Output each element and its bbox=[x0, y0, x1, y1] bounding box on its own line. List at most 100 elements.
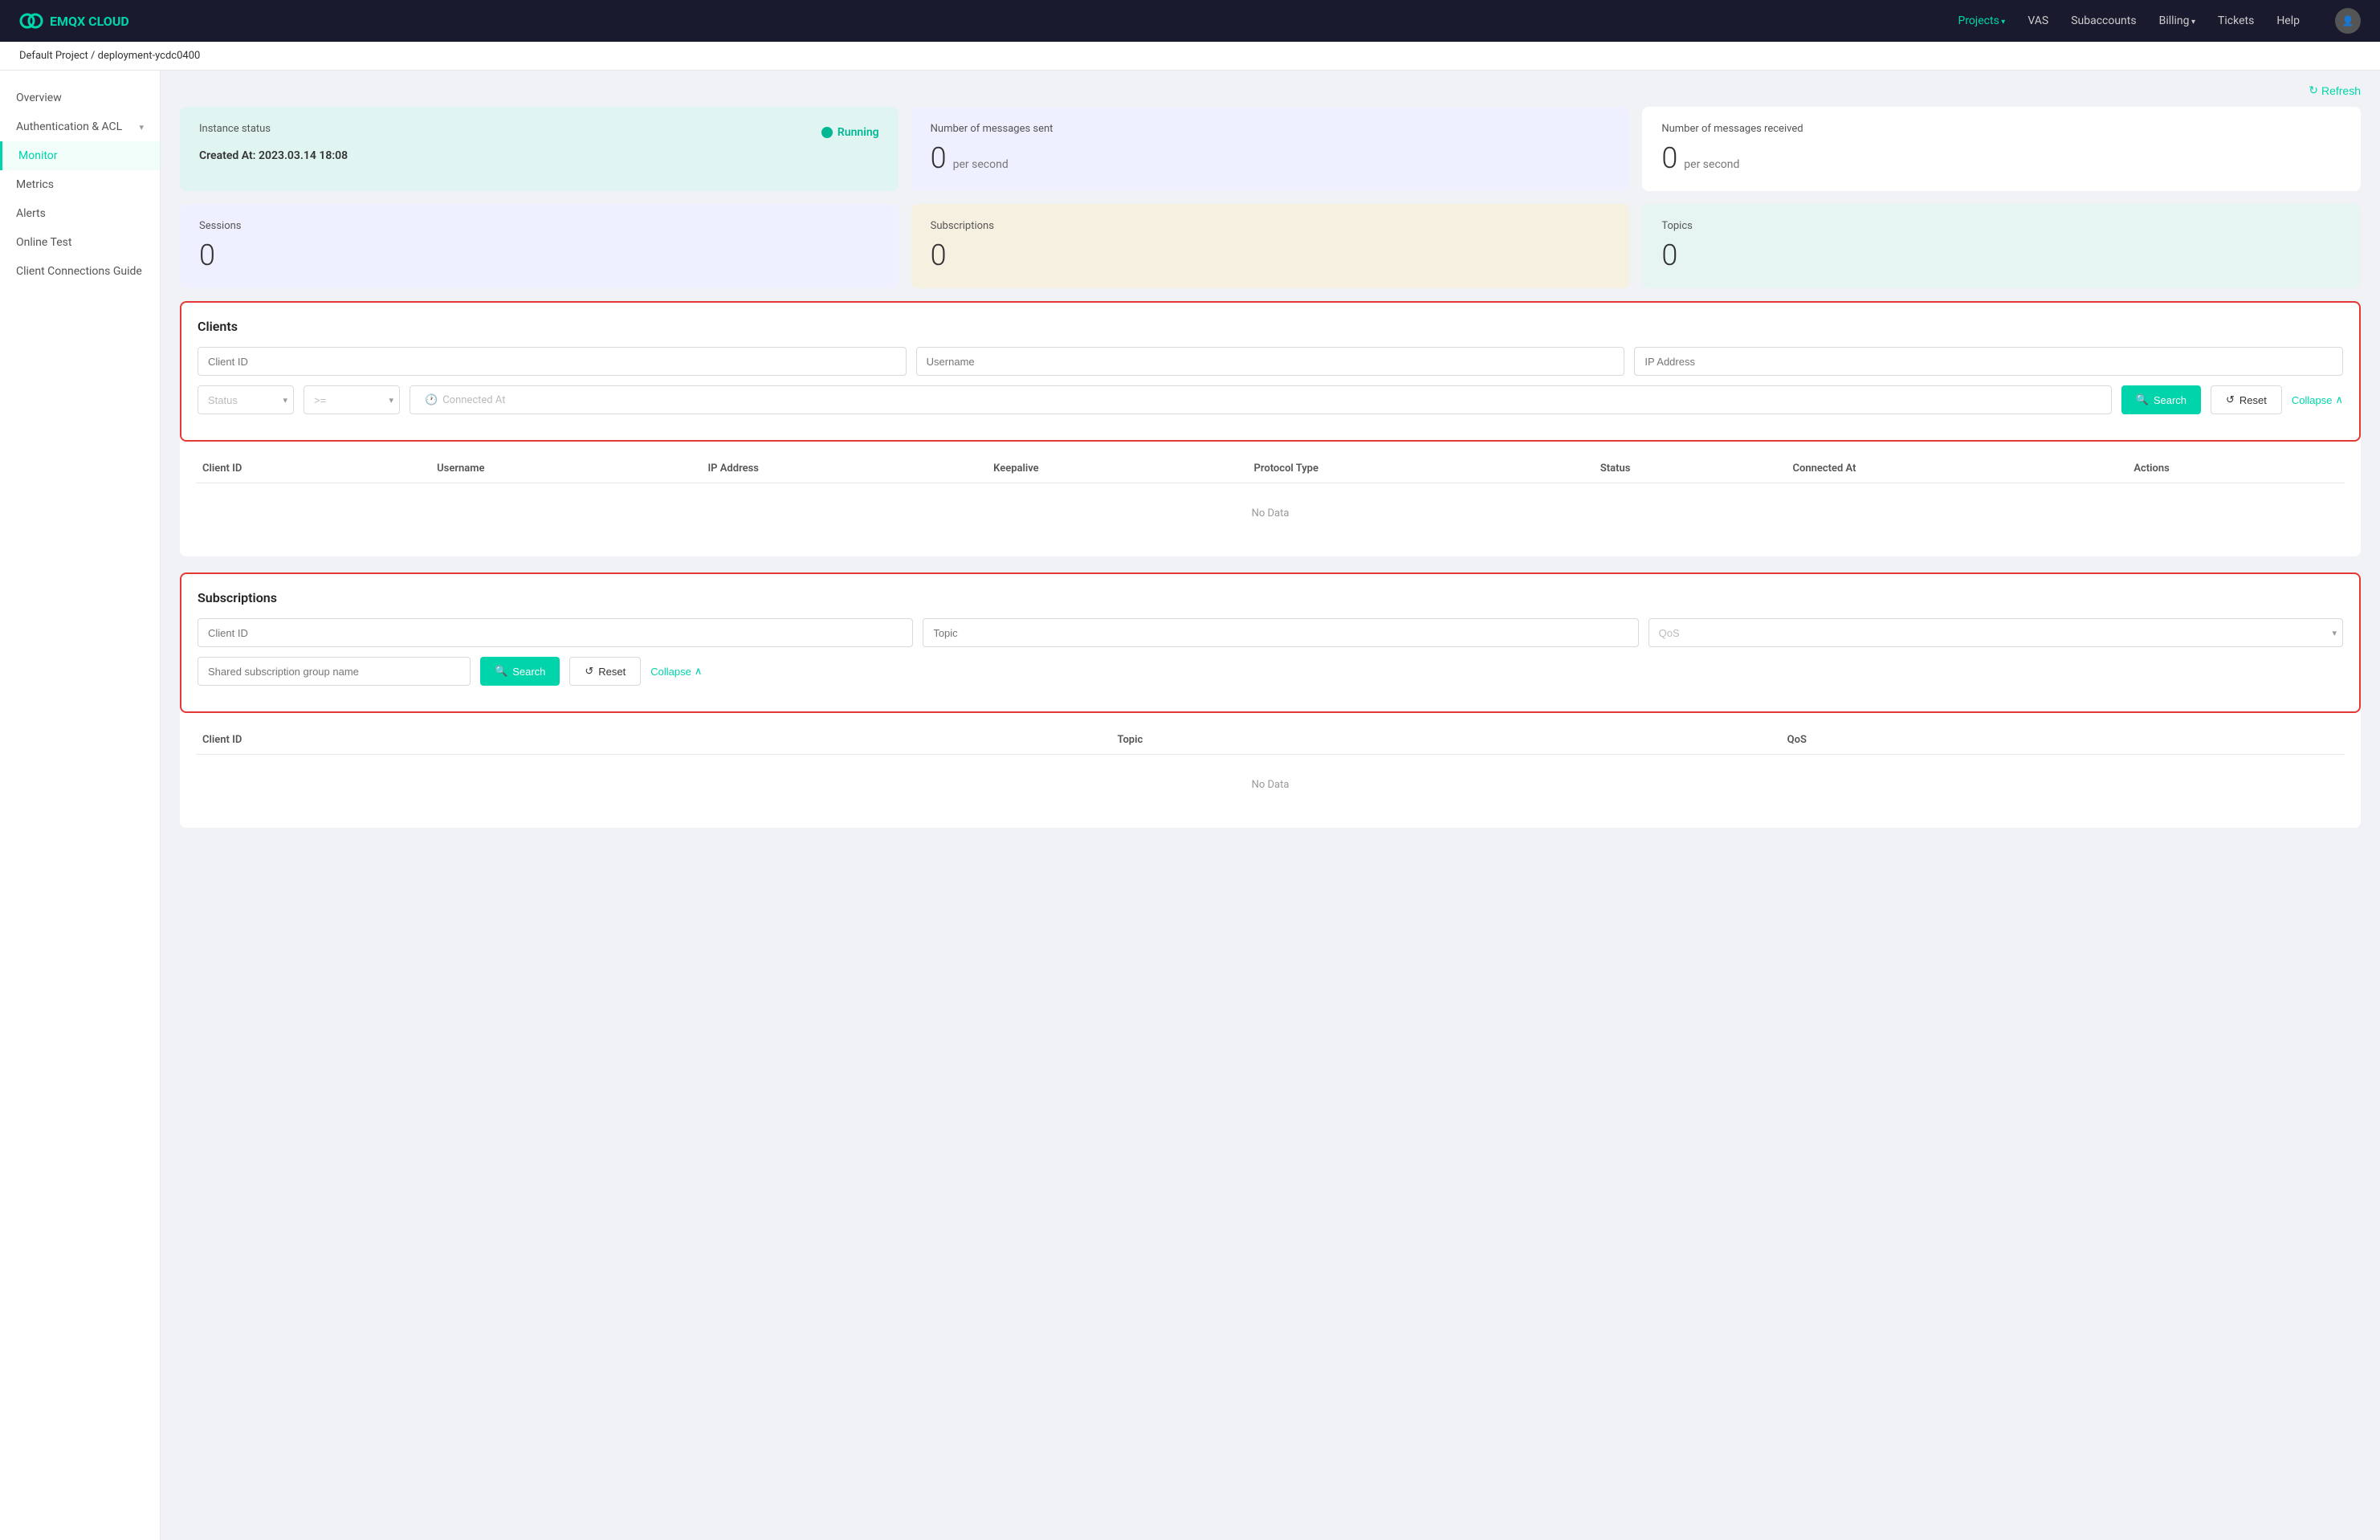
nav-billing[interactable]: Billing bbox=[2159, 14, 2195, 27]
topics-card: Topics 0 bbox=[1642, 204, 2361, 288]
clients-search-button[interactable]: 🔍 Search bbox=[2121, 385, 2201, 414]
clients-th-client-id: Client ID bbox=[196, 454, 430, 483]
subs-client-id-input[interactable] bbox=[198, 618, 913, 647]
sessions-card: Sessions 0 bbox=[180, 204, 899, 288]
ge-operator-select[interactable]: >= bbox=[304, 385, 400, 414]
logo-icon bbox=[19, 9, 43, 33]
clients-reset-label: Reset bbox=[2239, 394, 2267, 406]
clients-filter-row-1 bbox=[198, 347, 2343, 376]
clients-collapse-button[interactable]: Collapse ∧ bbox=[2292, 393, 2343, 406]
sidebar: Overview Authentication & ACL Monitor Me… bbox=[0, 71, 161, 1540]
avatar[interactable]: 👤 bbox=[2335, 8, 2361, 34]
sidebar-item-alerts[interactable]: Alerts bbox=[0, 199, 160, 228]
qos-select[interactable]: QoS bbox=[1648, 618, 2343, 647]
subscriptions-table-area: Client ID Topic QoS No Data bbox=[180, 713, 2361, 828]
sidebar-label-alerts: Alerts bbox=[16, 207, 46, 220]
clock-icon: 🕐 bbox=[425, 394, 438, 406]
subs-th-topic: Topic bbox=[1111, 726, 1780, 755]
clients-search-label: Search bbox=[2154, 394, 2186, 406]
sidebar-item-monitor[interactable]: Monitor bbox=[0, 141, 160, 170]
subs-reset-label: Reset bbox=[598, 666, 626, 678]
nav-help[interactable]: Help bbox=[2276, 14, 2300, 27]
status-select[interactable]: Status bbox=[198, 385, 294, 414]
ip-address-input[interactable] bbox=[1634, 347, 2343, 376]
created-at: Created At: 2023.03.14 18:08 bbox=[199, 149, 879, 162]
status-dot bbox=[821, 127, 833, 138]
sidebar-item-connections-guide[interactable]: Client Connections Guide bbox=[0, 257, 160, 286]
sidebar-item-overview[interactable]: Overview bbox=[0, 84, 160, 112]
clients-reset-button[interactable]: ↺ Reset bbox=[2211, 385, 2282, 414]
topics-value: 0 bbox=[1661, 238, 2341, 272]
clients-th-protocol-type: Protocol Type bbox=[1248, 454, 1594, 483]
shared-group-input[interactable] bbox=[198, 657, 471, 686]
qos-select-wrapper: QoS bbox=[1648, 618, 2343, 647]
sessions-label: Sessions bbox=[199, 220, 879, 232]
clients-th-actions: Actions bbox=[2127, 454, 2345, 483]
clients-no-data: No Data bbox=[196, 483, 2345, 544]
refresh-button[interactable]: ↻ Refresh bbox=[2309, 84, 2361, 97]
collapse-up-icon: ∧ bbox=[2335, 393, 2343, 406]
subscriptions-table: Client ID Topic QoS No Data bbox=[196, 726, 2345, 815]
subs-search-button[interactable]: 🔍 Search bbox=[480, 657, 560, 686]
subs-th-client-id: Client ID bbox=[196, 726, 1111, 755]
subs-reset-button[interactable]: ↺ Reset bbox=[569, 657, 641, 686]
clients-collapse-label: Collapse bbox=[2292, 394, 2333, 406]
breadcrumb: Default Project / deployment-ycdc0400 bbox=[0, 42, 2380, 71]
subscriptions-card: Subscriptions 0 bbox=[911, 204, 1630, 288]
sidebar-item-auth[interactable]: Authentication & ACL bbox=[0, 112, 160, 141]
messages-sent-card: Number of messages sent 0 per second bbox=[911, 107, 1630, 191]
stats-row-2: Sessions 0 Subscriptions 0 Topics 0 bbox=[180, 204, 2361, 288]
subscriptions-section-inner: Subscriptions QoS 🔍 Se bbox=[180, 572, 2361, 713]
clients-table: Client ID Username IP Address Keepalive … bbox=[196, 454, 2345, 544]
status-select-wrapper: Status bbox=[198, 385, 294, 414]
sidebar-label-connections-guide: Client Connections Guide bbox=[16, 265, 142, 278]
sidebar-item-metrics[interactable]: Metrics bbox=[0, 170, 160, 199]
sidebar-label-metrics: Metrics bbox=[16, 178, 54, 191]
running-badge: Running bbox=[821, 126, 879, 139]
sidebar-label-online-test: Online Test bbox=[16, 236, 71, 249]
running-text: Running bbox=[837, 126, 879, 139]
subscriptions-filter-row-2: 🔍 Search ↺ Reset Collapse ∧ bbox=[198, 657, 2343, 686]
nav-vas[interactable]: VAS bbox=[2027, 14, 2048, 27]
subs-topic-input[interactable] bbox=[923, 618, 1638, 647]
logo-text: EMQX CLOUD bbox=[50, 14, 129, 29]
messages-sent-label: Number of messages sent bbox=[931, 123, 1611, 135]
subs-collapse-label: Collapse bbox=[650, 666, 691, 678]
messages-received-value: 0 bbox=[1661, 141, 1677, 175]
clients-section-inner: Clients Status >= bbox=[180, 301, 2361, 442]
refresh-icon: ↻ bbox=[2309, 84, 2318, 97]
instance-status-card: Instance status Running Created At: 2023… bbox=[180, 107, 899, 191]
messages-sent-unit: per second bbox=[953, 158, 1009, 171]
clients-th-connected-at: Connected At bbox=[1786, 454, 2127, 483]
refresh-label: Refresh bbox=[2321, 84, 2361, 97]
clients-th-username: Username bbox=[430, 454, 701, 483]
main-header: ↻ Refresh bbox=[180, 84, 2361, 97]
breadcrumb-project[interactable]: Default Project bbox=[19, 50, 88, 62]
sidebar-label-monitor: Monitor bbox=[18, 149, 58, 162]
clients-filter-row-2: Status >= 🕐 Connected At 🔍 bbox=[198, 385, 2343, 414]
messages-received-card: Number of messages received 0 per second bbox=[1642, 107, 2361, 191]
nav-subaccounts[interactable]: Subaccounts bbox=[2071, 14, 2136, 27]
clients-panel: Clients Status >= bbox=[180, 301, 2361, 556]
subscriptions-panel: Subscriptions QoS 🔍 Se bbox=[180, 572, 2361, 828]
subscriptions-title: Subscriptions bbox=[198, 590, 2343, 605]
clients-th-ip-address: IP Address bbox=[701, 454, 987, 483]
sidebar-item-online-test[interactable]: Online Test bbox=[0, 228, 160, 257]
subscriptions-stat-label: Subscriptions bbox=[931, 220, 1611, 232]
nav-tickets[interactable]: Tickets bbox=[2218, 14, 2254, 27]
topics-label: Topics bbox=[1661, 220, 2341, 232]
subs-no-data: No Data bbox=[196, 755, 2345, 816]
breadcrumb-deployment[interactable]: deployment-ycdc0400 bbox=[98, 50, 201, 62]
logo[interactable]: EMQX CLOUD bbox=[19, 9, 129, 33]
username-input[interactable] bbox=[916, 347, 1625, 376]
subs-search-icon: 🔍 bbox=[495, 665, 507, 678]
subs-search-label: Search bbox=[512, 666, 545, 678]
nav-projects[interactable]: Projects bbox=[1958, 14, 2005, 27]
sidebar-label-auth: Authentication & ACL bbox=[16, 120, 122, 133]
client-id-input[interactable] bbox=[198, 347, 907, 376]
subs-collapse-button[interactable]: Collapse ∧ bbox=[650, 665, 702, 678]
topnav-links: Projects VAS Subaccounts Billing Tickets… bbox=[1958, 8, 2361, 34]
connected-at-placeholder: Connected At bbox=[442, 394, 505, 406]
subs-collapse-icon: ∧ bbox=[695, 665, 703, 678]
breadcrumb-separator: / bbox=[91, 50, 95, 62]
